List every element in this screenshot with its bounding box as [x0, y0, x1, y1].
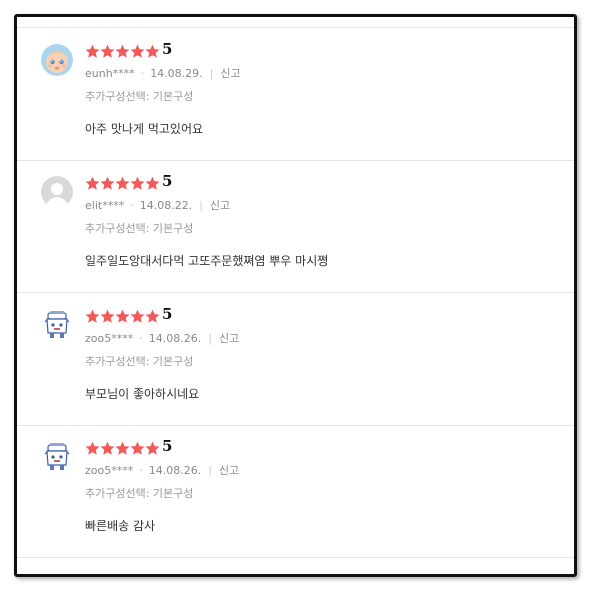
review-meta: elit**** · 14.08.22. | 신고: [85, 197, 230, 213]
review-meta: zoo5**** · 14.08.26. | 신고: [85, 462, 239, 478]
rating-score: 5: [162, 40, 173, 58]
star-icon: [115, 441, 130, 456]
purchase-option: 추가구성선택: 기본구성: [85, 355, 194, 368]
star-icon: [85, 176, 100, 191]
review-text: 일주일도앙대서다먹 고또주문했쪄염 뿌우 마시쪙: [85, 254, 329, 268]
rating-score: 5: [162, 437, 173, 455]
review-date: 14.08.26.: [148, 332, 202, 345]
dot-separator: ·: [130, 199, 134, 212]
star-icon: [85, 44, 100, 59]
bar-separator: |: [208, 464, 212, 477]
star-icon: [115, 176, 130, 191]
star-rating: [85, 43, 160, 59]
review-date: 14.08.22.: [139, 199, 193, 212]
report-link[interactable]: 신고: [220, 65, 240, 81]
review-meta: zoo5**** · 14.08.26. | 신고: [85, 330, 239, 346]
purchase-option: 추가구성선택: 기본구성: [85, 222, 194, 235]
review-item: 5 zoo5**** · 14.08.26. | 신고 추가구성선택: 기본구성 빠른배…: [17, 425, 574, 558]
report-link[interactable]: 신고: [219, 330, 239, 346]
dot-separator: ·: [140, 67, 145, 80]
star-icon: [100, 44, 115, 59]
reviewer-id: zoo5****: [85, 464, 134, 477]
baby-face-avatar-icon: [41, 44, 73, 76]
star-icon: [115, 309, 130, 324]
star-icon: [145, 309, 160, 324]
review-text: 빠른배송 감사: [85, 519, 156, 533]
star-icon: [130, 176, 145, 191]
star-icon: [130, 44, 145, 59]
dot-separator: ·: [139, 332, 143, 345]
star-icon: [100, 441, 115, 456]
default-user-avatar-icon: [41, 176, 73, 208]
report-link[interactable]: 신고: [219, 462, 239, 478]
bar-separator: |: [199, 199, 203, 212]
review-meta: eunh**** · 14.08.29. | 신고: [85, 65, 241, 81]
review-item: 5 elit**** · 14.08.22. | 신고 추가구성선택: 기본구성 일주일…: [17, 160, 574, 293]
star-icon: [145, 441, 160, 456]
reviewer-id: eunh****: [85, 67, 135, 80]
star-rating: [85, 175, 160, 191]
review-list-frame: 5 eunh**** · 14.08.29. | 신고 추가구성선택: 기본구성 아주 …: [14, 14, 577, 577]
robot-character-avatar-icon: [41, 441, 73, 473]
star-icon: [145, 176, 160, 191]
star-icon: [130, 441, 145, 456]
review-item: 5 eunh**** · 14.08.29. | 신고 추가구성선택: 기본구성 아주 …: [17, 28, 574, 161]
star-icon: [85, 441, 100, 456]
review-text: 부모님이 좋아하시네요: [85, 387, 200, 401]
reviewer-id: zoo5****: [85, 332, 134, 345]
purchase-option: 추가구성선택: 기본구성: [85, 487, 194, 500]
review-text: 아주 맛나게 먹고있어요: [85, 122, 204, 136]
star-icon: [145, 44, 160, 59]
star-icon: [115, 44, 130, 59]
star-icon: [100, 309, 115, 324]
star-rating: [85, 440, 160, 456]
rating-score: 5: [162, 172, 173, 190]
star-icon: [85, 309, 100, 324]
review-item: 5 zoo5**** · 14.08.26. | 신고 추가구성선택: 기본구성 부모님…: [17, 293, 574, 426]
review-date: 14.08.26.: [148, 464, 202, 477]
purchase-option: 추가구성선택: 기본구성: [85, 90, 194, 103]
review-date: 14.08.29.: [150, 67, 203, 80]
bar-separator: |: [209, 67, 214, 80]
reviewer-id: elit****: [85, 199, 125, 212]
star-rating: [85, 308, 160, 324]
rating-score: 5: [162, 305, 173, 323]
report-link[interactable]: 신고: [210, 197, 230, 213]
star-icon: [130, 309, 145, 324]
robot-character-avatar-icon: [41, 309, 73, 341]
dot-separator: ·: [139, 464, 143, 477]
star-icon: [100, 176, 115, 191]
bar-separator: |: [208, 332, 212, 345]
